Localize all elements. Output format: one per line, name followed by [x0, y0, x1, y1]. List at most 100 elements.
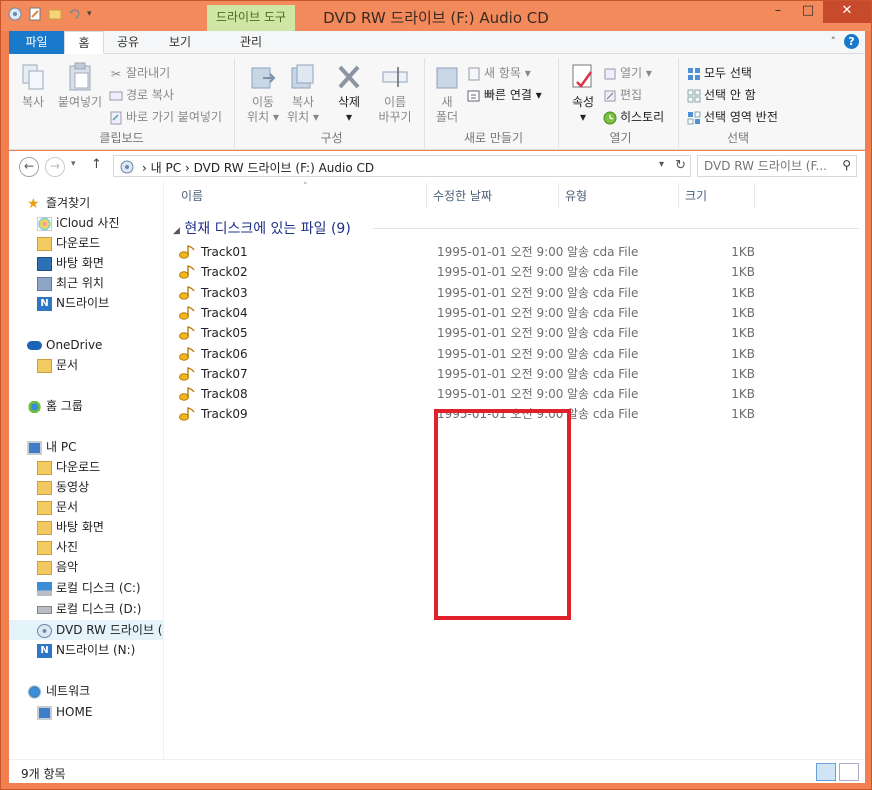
nav-local-disk-d[interactable]: 로컬 디스크 (D:): [37, 599, 141, 619]
column-header-type[interactable]: 유형: [559, 183, 679, 209]
hard-drive-icon: [37, 605, 52, 614]
navigation-pane: ★ 즐겨찾기 iCloud 사진 다운로드 바탕 화면 최근 위치 N N드라이브 …: [9, 181, 164, 759]
file-row[interactable]: Track01 1995-01-01 오전 9:00 알송 cda File 1KB: [179, 242, 779, 262]
address-dropdown-icon[interactable]: ▾: [659, 159, 664, 170]
nav-music[interactable]: 음악: [37, 557, 78, 577]
forward-button[interactable]: →: [45, 157, 65, 177]
rename-button[interactable]: 이름 바꾸기: [375, 62, 415, 125]
search-icon[interactable]: ⚲: [842, 158, 851, 172]
new-folder-button[interactable]: 새 폴더: [431, 62, 463, 125]
nav-icloud-photos[interactable]: iCloud 사진: [37, 213, 120, 233]
nav-desktop-fav[interactable]: 바탕 화면: [37, 253, 104, 273]
nav-downloads[interactable]: 다운로드: [37, 457, 100, 477]
file-group-header[interactable]: ◢ 현재 디스크에 있는 파일 (9): [173, 218, 351, 238]
folder-icon: [37, 358, 52, 373]
content-area: ★ 즐겨찾기 iCloud 사진 다운로드 바탕 화면 최근 위치 N N드라이브 …: [9, 181, 865, 759]
search-box[interactable]: ⚲: [697, 155, 857, 177]
copy-path-button[interactable]: 경로 복사: [109, 86, 174, 103]
properties-button[interactable]: 속성 ▾: [565, 62, 601, 125]
desktop-icon: [37, 256, 52, 271]
file-row[interactable]: Track07 1995-01-01 오전 9:00 알송 cda File 1KB: [179, 364, 779, 384]
history-button[interactable]: 히스토리: [603, 108, 664, 125]
tab-view[interactable]: 보기: [158, 31, 202, 54]
file-row[interactable]: Track04 1995-01-01 오전 9:00 알송 cda File 1KB: [179, 303, 779, 323]
nav-local-disk-c[interactable]: 로컬 디스크 (C:): [37, 578, 141, 598]
tab-share[interactable]: 공유: [108, 31, 148, 54]
select-none-button[interactable]: 선택 안 함: [687, 86, 756, 103]
collapse-ribbon-icon[interactable]: ˄: [831, 35, 837, 48]
delete-button[interactable]: 삭제 ▾: [331, 62, 367, 125]
tab-file[interactable]: 파일: [9, 31, 64, 54]
file-row[interactable]: Track08 1995-01-01 오전 9:00 알송 cda File 1KB: [179, 384, 779, 404]
help-icon[interactable]: ?: [844, 34, 859, 49]
close-button[interactable]: ✕: [823, 1, 871, 23]
copy-to-button[interactable]: 복사 위치 ▾: [285, 62, 321, 125]
nav-videos[interactable]: 동영상: [37, 477, 89, 497]
nav-homegroup[interactable]: 홈 그룹: [27, 396, 83, 416]
move-to-button[interactable]: 이동 위치 ▾: [245, 62, 281, 125]
nav-documents[interactable]: 문서: [37, 497, 78, 517]
view-buttons: [816, 763, 859, 781]
column-header-size[interactable]: 크기: [679, 183, 755, 209]
breadcrumb-dvd-drive[interactable]: DVD RW 드라이브 (F:) Audio CD: [194, 161, 375, 175]
file-type: 알송 cda File: [567, 285, 639, 300]
up-button[interactable]: ↑: [91, 157, 102, 172]
copy-to-icon: [291, 64, 314, 89]
maximize-button[interactable]: □: [793, 1, 823, 23]
select-all-button[interactable]: 모두 선택: [687, 64, 752, 81]
edit-button[interactable]: 편집: [603, 86, 642, 103]
open-button[interactable]: 열기 ▾: [603, 64, 652, 81]
recent-places-icon: [37, 276, 52, 291]
large-icons-view-button[interactable]: [839, 763, 859, 781]
file-row[interactable]: Track02 1995-01-01 오전 9:00 알송 cda File 1KB: [179, 262, 779, 282]
invert-selection-button[interactable]: 선택 영역 반전: [687, 108, 778, 125]
nav-this-pc[interactable]: 내 PC: [27, 437, 76, 457]
nav-pictures[interactable]: 사진: [37, 537, 78, 557]
collapse-group-icon[interactable]: ◢: [173, 226, 180, 236]
nav-favorites[interactable]: ★ 즐겨찾기: [27, 193, 90, 213]
recent-locations-dropdown[interactable]: ▾: [71, 159, 76, 169]
file-date: 1995-01-01 오전 9:00: [437, 387, 564, 402]
breadcrumb-this-pc[interactable]: 내 PC: [151, 161, 181, 175]
history-icon: [603, 111, 617, 124]
back-button[interactable]: ←: [19, 157, 39, 177]
file-row[interactable]: Track06 1995-01-01 오전 9:00 알송 cda File 1KB: [179, 344, 779, 364]
nav-dvd-drive[interactable]: DVD RW 드라이브 (: [9, 620, 163, 640]
nav-desktop[interactable]: 바탕 화면: [37, 517, 104, 537]
nav-network[interactable]: 네트워크: [27, 681, 90, 701]
nav-onedrive[interactable]: OneDrive: [27, 335, 102, 355]
delete-x-icon: [338, 65, 360, 89]
column-header-name[interactable]: ˄ 이름: [175, 182, 427, 209]
tab-manage[interactable]: 관리: [221, 31, 281, 54]
details-view-button[interactable]: [816, 763, 836, 781]
tab-home[interactable]: 홈: [64, 31, 104, 54]
paste-shortcut-button[interactable]: 바로 가기 붙여넣기: [109, 108, 222, 125]
copy-icon: [22, 64, 44, 90]
new-item-button[interactable]: 새 항목 ▾: [467, 64, 531, 81]
easy-access-button[interactable]: 빠른 연결 ▾: [467, 86, 542, 103]
music-note-icon: [179, 305, 195, 320]
nav-ndrive-fav[interactable]: N N드라이브: [37, 293, 109, 313]
cloud-icon: [27, 341, 42, 350]
nav-recent-places[interactable]: 최근 위치: [37, 273, 104, 293]
file-name: Track06: [201, 346, 248, 361]
nav-downloads-fav[interactable]: 다운로드: [37, 233, 100, 253]
search-input[interactable]: [704, 159, 832, 173]
pictures-folder-icon: [37, 540, 52, 555]
paste-button[interactable]: 붙여넣기: [55, 62, 105, 110]
clipboard-group-label: 클립보드: [99, 131, 144, 145]
file-size: 1KB: [731, 265, 755, 280]
cut-button[interactable]: ✂ 잘라내기: [109, 64, 170, 81]
nav-ndrive[interactable]: N N드라이브 (N:): [37, 640, 135, 660]
file-size: 1KB: [731, 285, 755, 300]
file-row[interactable]: Track05 1995-01-01 오전 9:00 알송 cda File 1KB: [179, 323, 779, 343]
nav-onedrive-documents[interactable]: 문서: [37, 355, 78, 375]
nav-network-home[interactable]: HOME: [37, 702, 92, 722]
copy-button[interactable]: 복사: [15, 62, 51, 110]
minimize-button[interactable]: –: [763, 1, 793, 23]
file-row[interactable]: Track03 1995-01-01 오전 9:00 알송 cda File 1KB: [179, 283, 779, 303]
address-bar[interactable]: › 내 PC › DVD RW 드라이브 (F:) Audio CD ▾ ↻: [113, 155, 691, 177]
column-header-date[interactable]: 수정한 날짜: [427, 183, 559, 209]
paste-shortcut-icon: [110, 111, 122, 124]
refresh-icon[interactable]: ↻: [675, 158, 686, 173]
